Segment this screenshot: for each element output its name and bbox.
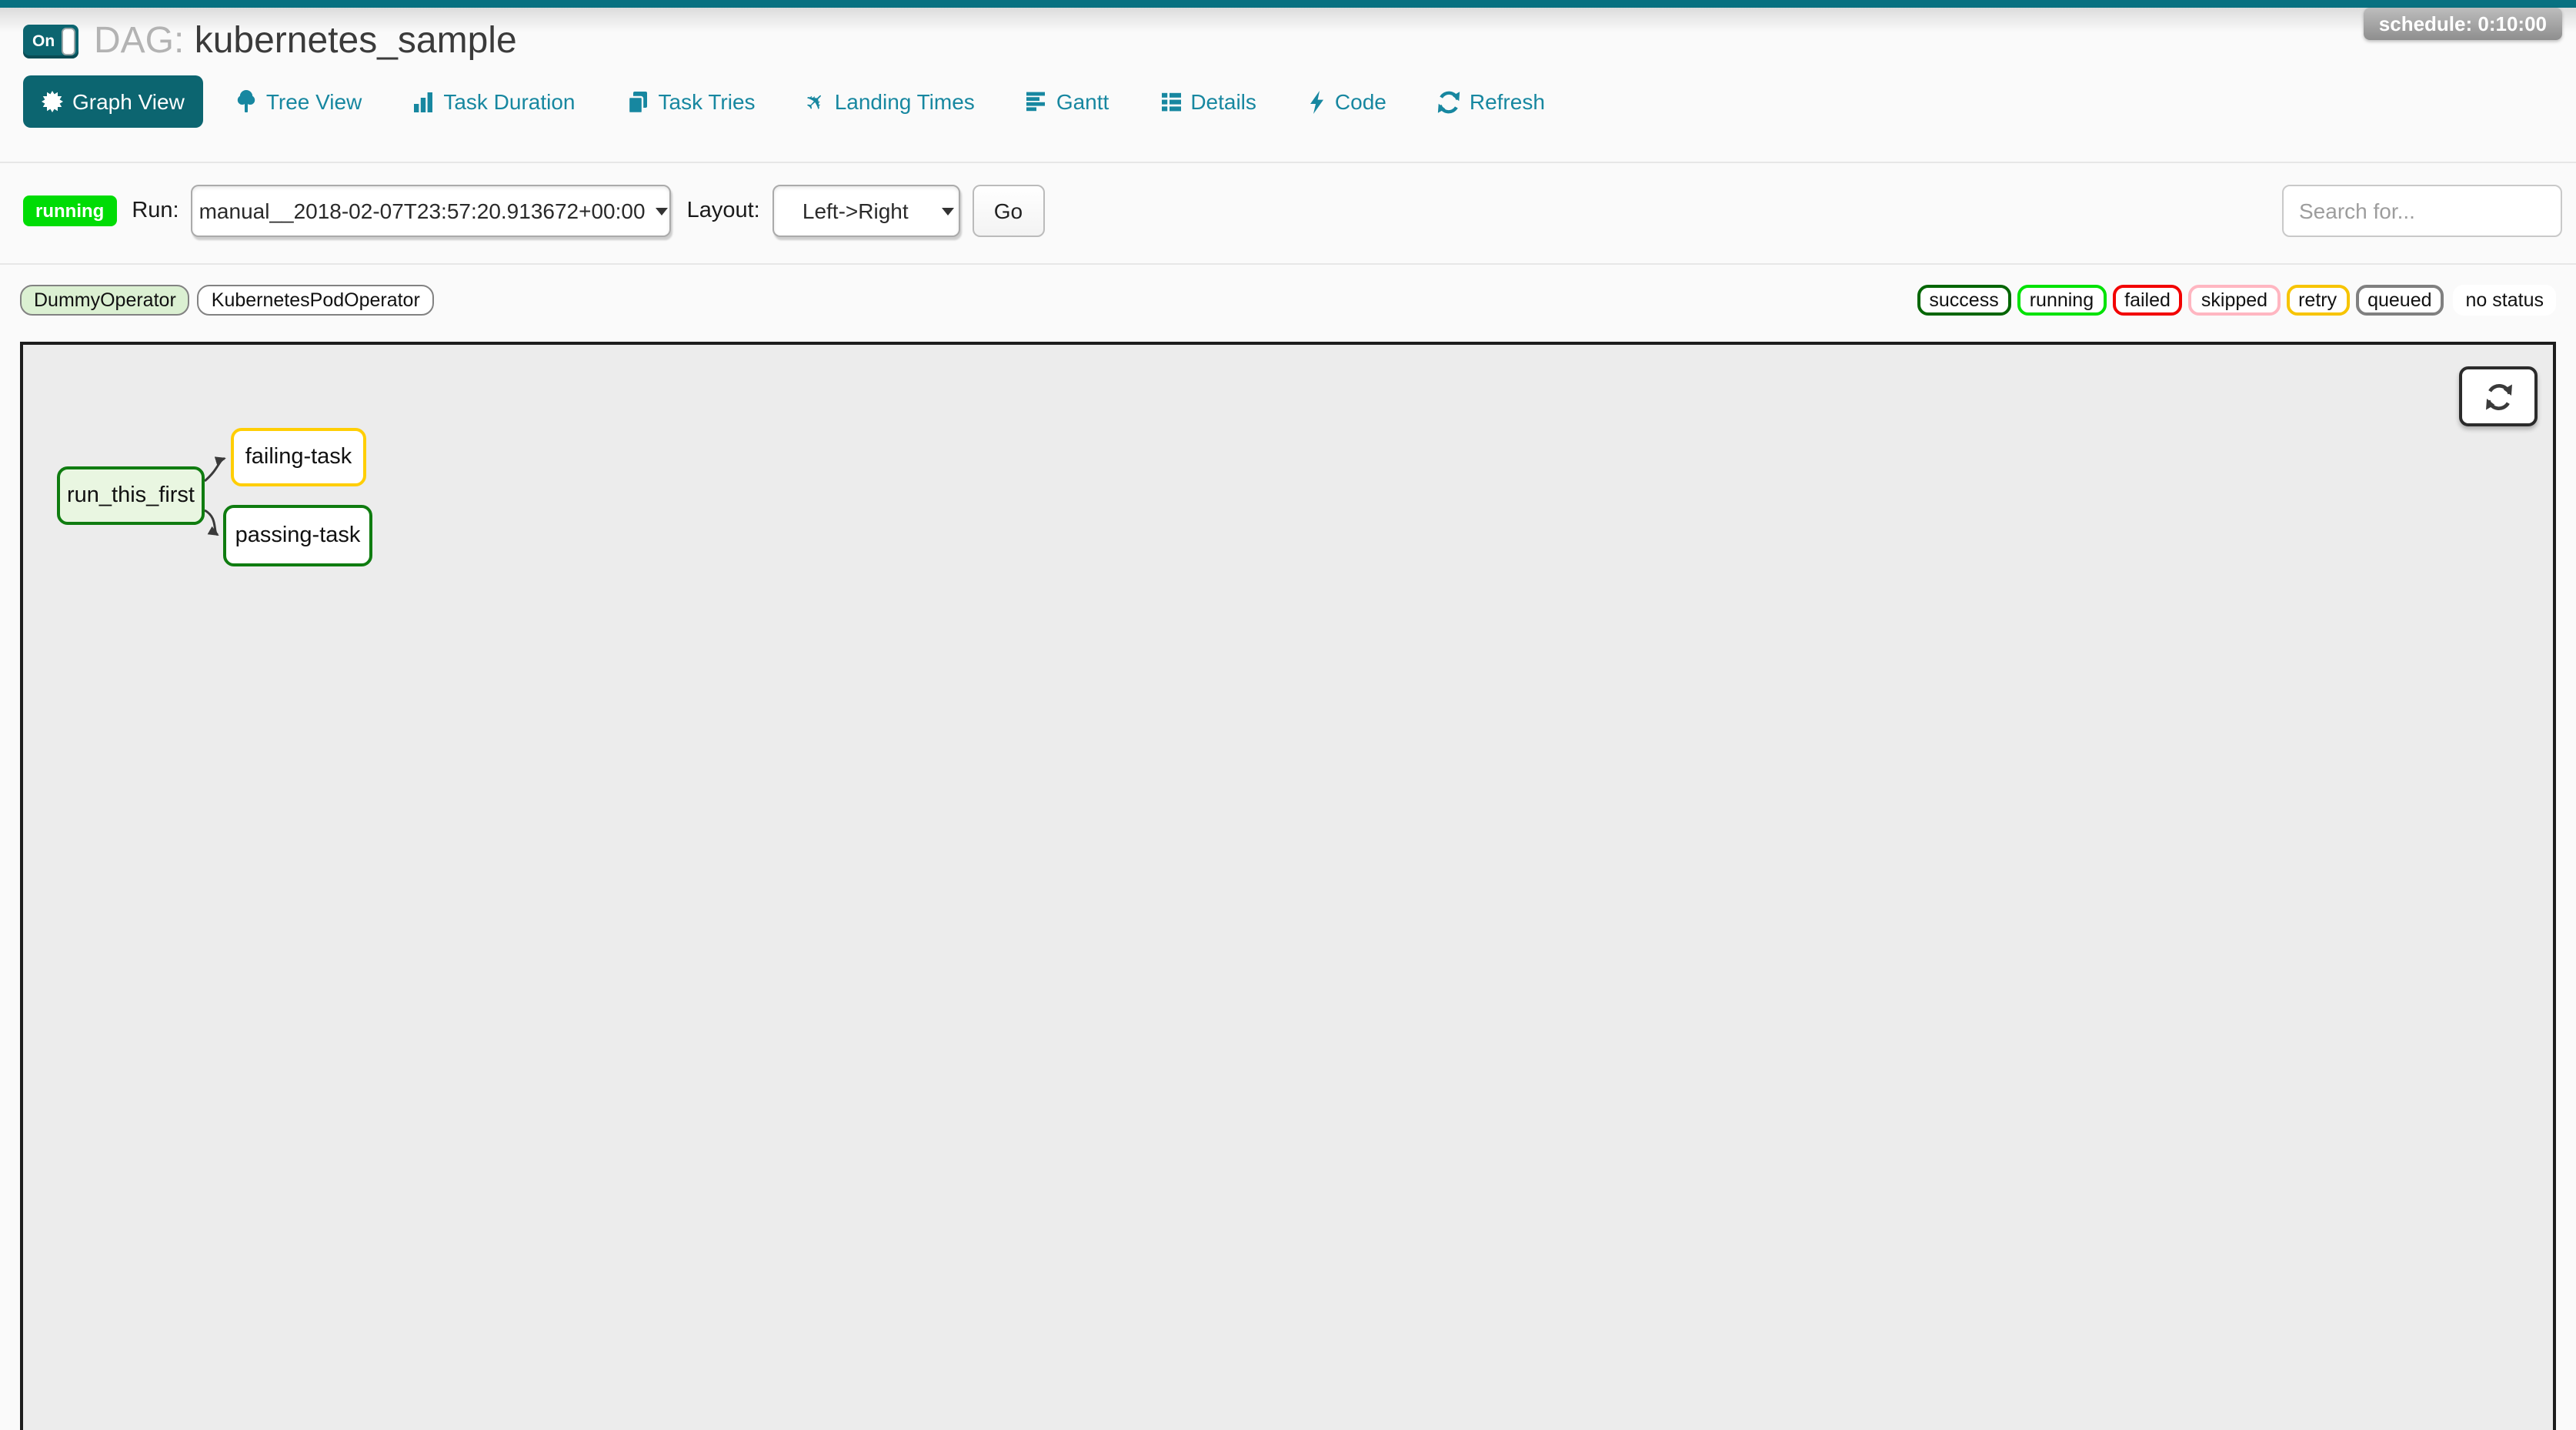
th-list-icon bbox=[1160, 91, 1181, 112]
legend-status-failed: failed bbox=[2112, 285, 2183, 316]
toggle-on-label: On bbox=[32, 32, 55, 51]
legend-status-no-status: no status bbox=[2454, 285, 2556, 316]
tab-label: Gantt bbox=[1056, 89, 1109, 114]
layout-select[interactable]: Left->Right bbox=[772, 185, 960, 237]
schedule-badge: schedule: 0:10:00 bbox=[2364, 8, 2562, 40]
dag-edges bbox=[23, 345, 2553, 1430]
bolt-icon bbox=[1307, 90, 1326, 113]
bar-chart-icon bbox=[412, 91, 434, 112]
tab-label: Details bbox=[1190, 89, 1256, 114]
layout-label: Layout: bbox=[687, 199, 760, 223]
align-left-icon bbox=[1026, 91, 1047, 112]
task-node-passing-task[interactable]: passing-task bbox=[223, 505, 372, 566]
run-label: Run: bbox=[132, 199, 179, 223]
run-select-value: manual__2018-02-07T23:57:20.913672+00:00 bbox=[193, 199, 652, 223]
tab-label: Task Duration bbox=[443, 89, 575, 114]
edge-run-to-failing bbox=[205, 459, 225, 481]
legend-status-queued: queued bbox=[2355, 285, 2444, 316]
legend-status-success: success bbox=[1917, 285, 2010, 316]
legend-row: DummyOperator KubernetesPodOperator succ… bbox=[20, 277, 2556, 323]
dag-prefix-label: DAG: bbox=[94, 20, 184, 62]
tab-label: Graph View bbox=[72, 89, 185, 114]
tab-code[interactable]: Code bbox=[1289, 75, 1405, 128]
divider bbox=[0, 162, 2576, 163]
page-title: DAG: kubernetes_sample bbox=[94, 20, 517, 63]
tab-label: Refresh bbox=[1470, 89, 1545, 114]
dag-graph-canvas[interactable]: run_this_first failing-task passing-task bbox=[20, 342, 2556, 1430]
titlebar: On DAG: kubernetes_sample bbox=[23, 8, 2553, 75]
tab-refresh[interactable]: Refresh bbox=[1419, 75, 1563, 128]
tree-icon bbox=[235, 89, 257, 114]
dag-name: kubernetes_sample bbox=[195, 20, 517, 62]
legend-operator-kubernetespod: KubernetesPodOperator bbox=[198, 285, 434, 316]
tab-task-tries[interactable]: Task Tries bbox=[608, 75, 774, 128]
top-accent-bar bbox=[0, 0, 2576, 8]
tab-gantt[interactable]: Gantt bbox=[1007, 75, 1128, 128]
copy-icon bbox=[626, 90, 649, 113]
tab-label: Code bbox=[1335, 89, 1386, 114]
airflow-graph-view-page: schedule: 0:10:00 On DAG: kubernetes_sam… bbox=[0, 0, 2576, 1430]
chevron-down-icon bbox=[652, 207, 673, 215]
tab-details[interactable]: Details bbox=[1141, 75, 1275, 128]
tab-label: Landing Times bbox=[835, 89, 975, 114]
search-input[interactable] bbox=[2282, 185, 2562, 237]
task-node-run-this-first[interactable]: run_this_first bbox=[57, 466, 205, 525]
tab-label: Tree View bbox=[266, 89, 362, 114]
certificate-icon bbox=[42, 91, 63, 112]
task-node-failing-task[interactable]: failing-task bbox=[231, 428, 366, 486]
run-status-badge: running bbox=[23, 195, 116, 226]
legend-status-skipped: skipped bbox=[2189, 285, 2280, 316]
tab-tree-view[interactable]: Tree View bbox=[217, 75, 381, 128]
go-button[interactable]: Go bbox=[973, 185, 1044, 237]
refresh-icon bbox=[1437, 90, 1460, 113]
run-controls: running Run: manual__2018-02-07T23:57:20… bbox=[23, 174, 2562, 248]
toggle-knob[interactable] bbox=[62, 28, 75, 55]
chevron-down-icon bbox=[937, 207, 959, 215]
dag-on-off-toggle[interactable]: On bbox=[23, 25, 78, 58]
legend-status-retry: retry bbox=[2286, 285, 2349, 316]
legend-operator-dummy: DummyOperator bbox=[20, 285, 190, 316]
plane-icon: ✈ bbox=[801, 86, 831, 116]
edge-run-to-passing bbox=[205, 510, 218, 535]
graph-refresh-button[interactable] bbox=[2459, 366, 2538, 426]
divider bbox=[0, 263, 2576, 265]
tab-graph-view[interactable]: Graph View bbox=[23, 75, 203, 128]
view-nav: Graph View Tree View Task Duration bbox=[23, 75, 2553, 128]
tab-label: Task Tries bbox=[659, 89, 756, 114]
refresh-icon bbox=[2484, 383, 2512, 410]
tab-task-duration[interactable]: Task Duration bbox=[394, 75, 593, 128]
layout-select-value: Left->Right bbox=[774, 199, 937, 223]
run-select[interactable]: manual__2018-02-07T23:57:20.913672+00:00 bbox=[192, 185, 672, 237]
legend-status-running: running bbox=[2017, 285, 2106, 316]
tab-landing-times[interactable]: ✈ Landing Times bbox=[788, 75, 993, 128]
